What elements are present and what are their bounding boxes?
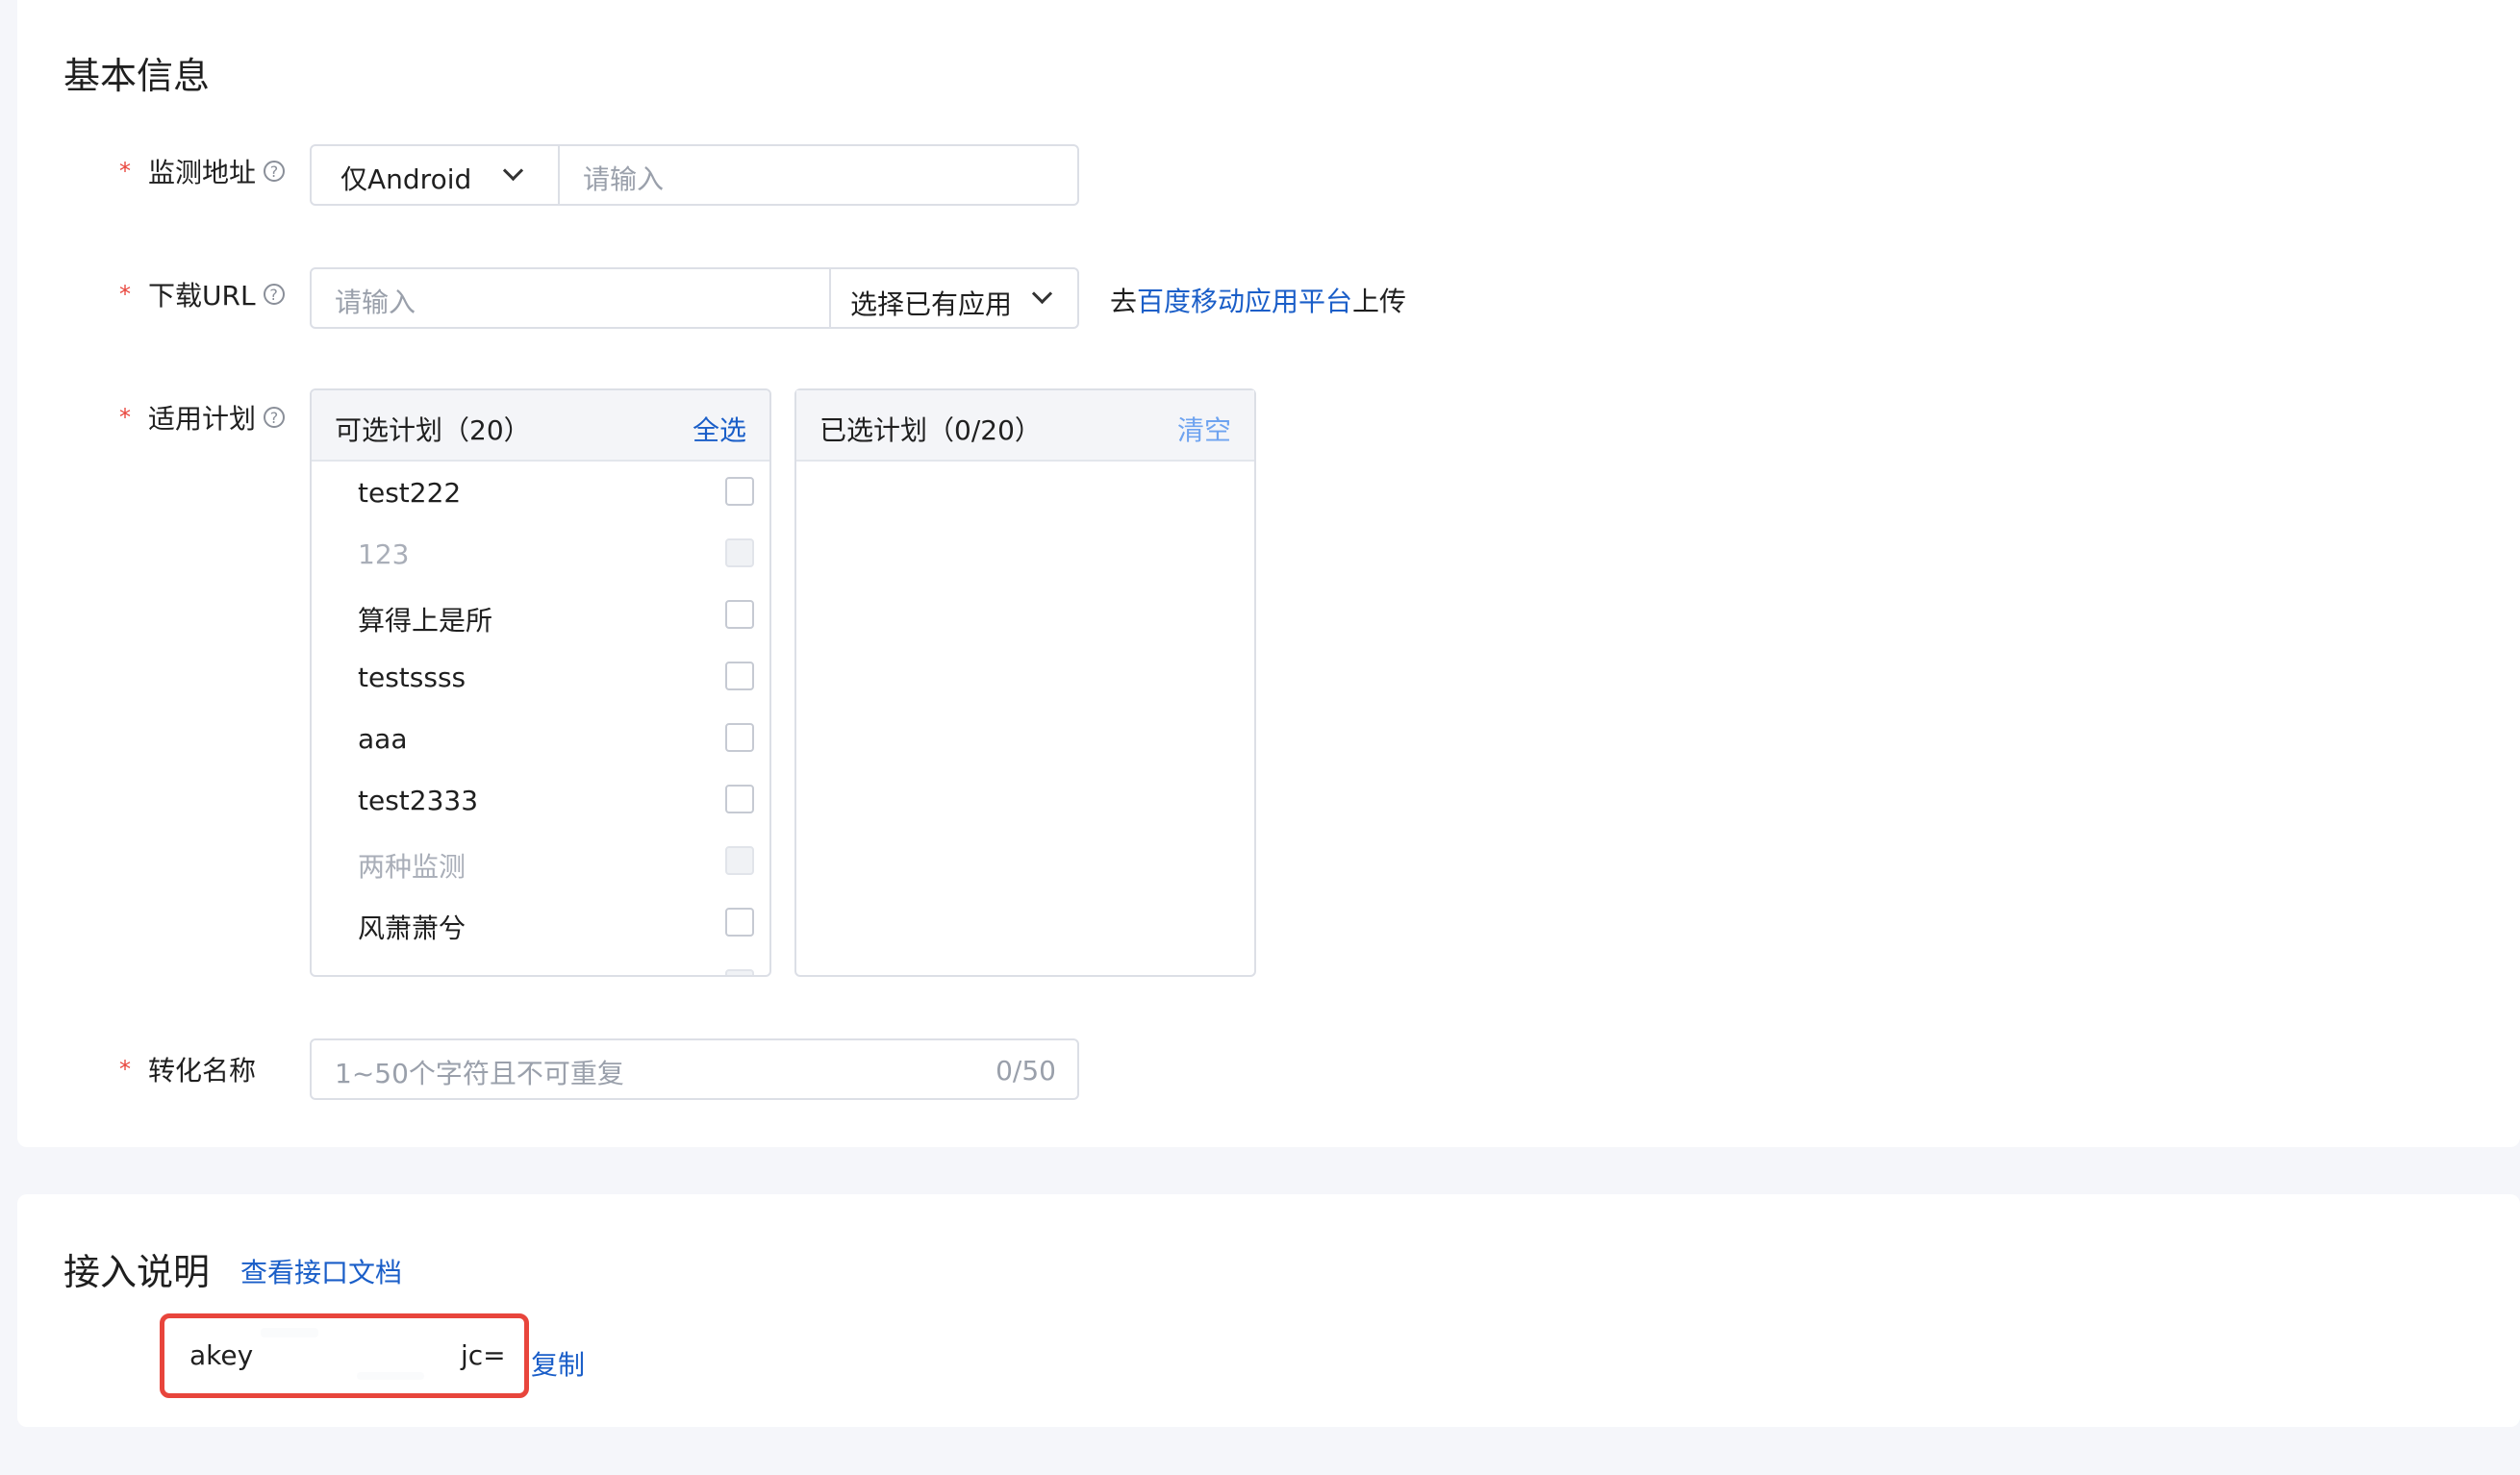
upload-suffix: 上传 bbox=[1352, 286, 1407, 317]
help-icon[interactable]: ? bbox=[264, 407, 286, 428]
upload-hint: 去百度移动应用平台上传 bbox=[1110, 281, 1406, 319]
plan-list-item: 两种监测 bbox=[312, 838, 769, 885]
conversion-name-placeholder: 1~50个字符且不可重复 bbox=[335, 1058, 624, 1089]
required-mark: * bbox=[119, 158, 131, 185]
chevron-down-icon bbox=[1031, 283, 1053, 305]
plan-item-checkbox[interactable] bbox=[725, 600, 754, 629]
plan-item-checkbox bbox=[725, 846, 754, 875]
conversion-label-text: 转化名称 bbox=[148, 1055, 257, 1087]
selected-plans-title: 已选计划（0/20） bbox=[819, 414, 1042, 446]
copy-button[interactable]: 复制 bbox=[531, 1344, 585, 1383]
plan-item-label: test222 bbox=[358, 477, 462, 509]
selected-plans-panel: 已选计划（0/20） 清空 bbox=[794, 388, 1256, 977]
monitor-address-group: 仅Android 请输入 bbox=[310, 144, 1079, 206]
conversion-name-input[interactable]: 1~50个字符且不可重复 0/50 bbox=[310, 1038, 1079, 1100]
upload-prefix: 去 bbox=[1110, 286, 1138, 317]
plan-item-checkbox bbox=[725, 538, 754, 567]
available-plans-title: 可选计划（20） bbox=[335, 414, 531, 446]
chevron-down-icon bbox=[502, 160, 524, 182]
redaction-mask bbox=[261, 1328, 318, 1338]
select-all-button[interactable]: 全选 bbox=[693, 410, 746, 448]
required-mark: * bbox=[119, 281, 131, 308]
plan-item-checkbox[interactable] bbox=[725, 477, 754, 506]
plan-item-label: testssss bbox=[358, 662, 466, 693]
selected-plans-header: 已选计划（0/20） 清空 bbox=[796, 390, 1254, 462]
basic-info-card: 基本信息 * 监测地址 ? 仅Android 请输入 * 下载URL ? 请输入… bbox=[17, 0, 2520, 1147]
plan-list-item: 123 bbox=[312, 531, 769, 577]
required-mark: * bbox=[119, 1056, 131, 1083]
existing-app-select-label: 选择已有应用 bbox=[850, 288, 1013, 320]
plan-item-label: 风萧萧兮 bbox=[358, 912, 466, 944]
plan-list-item[interactable]: 算得上是所 bbox=[312, 592, 769, 638]
baidu-app-platform-link[interactable]: 百度移动应用平台 bbox=[1137, 286, 1352, 317]
clear-button[interactable]: 清空 bbox=[1177, 410, 1231, 448]
plan-item-checkbox bbox=[725, 969, 754, 975]
required-mark: * bbox=[119, 404, 131, 431]
available-plans-panel: 可选计划（20） 全选 test222 123 算得上是所 testssss aaa te… bbox=[310, 388, 771, 977]
download-url-placeholder: 请输入 bbox=[335, 287, 416, 318]
plans-label-text: 适用计划 bbox=[148, 403, 257, 435]
download-url-label: * 下载URL ? bbox=[119, 275, 285, 313]
download-url-group: 请输入 选择已有应用 bbox=[310, 267, 1079, 329]
plan-list-item[interactable]: 风萧萧兮 bbox=[312, 900, 769, 946]
help-icon[interactable]: ? bbox=[263, 284, 285, 305]
access-instructions-card: 接入说明 查看接口文档 akey jc= 复制 bbox=[17, 1194, 2520, 1427]
char-counter: 0/50 bbox=[995, 1055, 1056, 1087]
plan-item-label: 两种监测 bbox=[358, 851, 466, 883]
plan-list-item[interactable]: aaa bbox=[312, 715, 769, 762]
plan-item-label: aaa bbox=[358, 723, 408, 755]
plan-item-label: 123 bbox=[358, 538, 410, 570]
plan-list-item[interactable]: testssss bbox=[312, 654, 769, 700]
existing-app-select[interactable]: 选择已有应用 bbox=[831, 269, 1077, 327]
section-title-basic: 基本信息 bbox=[63, 55, 211, 97]
akey-suffix: jc= bbox=[461, 1339, 506, 1371]
plan-item-checkbox[interactable] bbox=[725, 662, 754, 690]
platform-selected-value: 仅Android bbox=[340, 163, 472, 195]
monitor-url-input[interactable]: 请输入 bbox=[560, 146, 1077, 204]
plans-label: * 适用计划 ? bbox=[119, 398, 286, 437]
help-icon[interactable]: ? bbox=[264, 161, 286, 182]
plan-item-label: test2333 bbox=[358, 785, 479, 816]
api-doc-link[interactable]: 查看接口文档 bbox=[240, 1252, 402, 1290]
plan-list-item[interactable]: test2333 bbox=[312, 777, 769, 823]
plan-item-checkbox[interactable] bbox=[725, 908, 754, 937]
available-plans-header: 可选计划（20） 全选 bbox=[312, 390, 769, 462]
akey-prefix: akey bbox=[189, 1339, 254, 1371]
download-url-input[interactable]: 请输入 bbox=[312, 269, 829, 327]
monitor-url-placeholder: 请输入 bbox=[583, 163, 665, 195]
monitor-label-text: 监测地址 bbox=[148, 157, 257, 188]
plan-item-label: 算得上是所 bbox=[358, 605, 493, 637]
conversion-name-label: * 转化名称 bbox=[119, 1050, 256, 1088]
plan-item-checkbox[interactable] bbox=[725, 785, 754, 813]
platform-select[interactable]: 仅Android bbox=[312, 146, 558, 204]
plan-list-item[interactable]: test222 bbox=[312, 469, 769, 515]
section-title-access: 接入说明 bbox=[63, 1251, 211, 1293]
download-label-text: 下载URL bbox=[148, 280, 256, 312]
plan-item-checkbox[interactable] bbox=[725, 723, 754, 752]
monitor-address-label: * 监测地址 ? bbox=[119, 152, 286, 190]
akey-highlight-box: akey jc= bbox=[160, 1313, 529, 1398]
redaction-mask bbox=[357, 1372, 424, 1380]
